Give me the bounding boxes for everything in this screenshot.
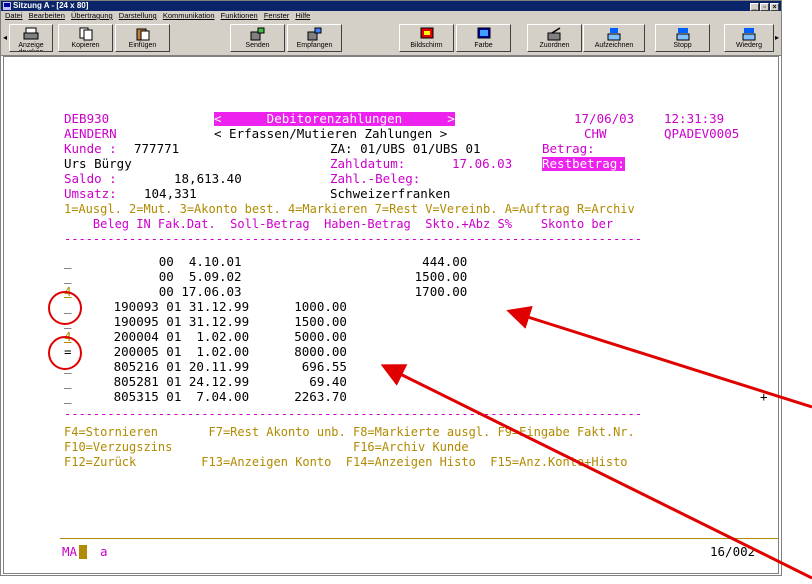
arrow-to-5000 bbox=[380, 364, 812, 580]
arrow-to-1700 bbox=[506, 305, 812, 409]
annotation-arrows bbox=[380, 305, 812, 580]
